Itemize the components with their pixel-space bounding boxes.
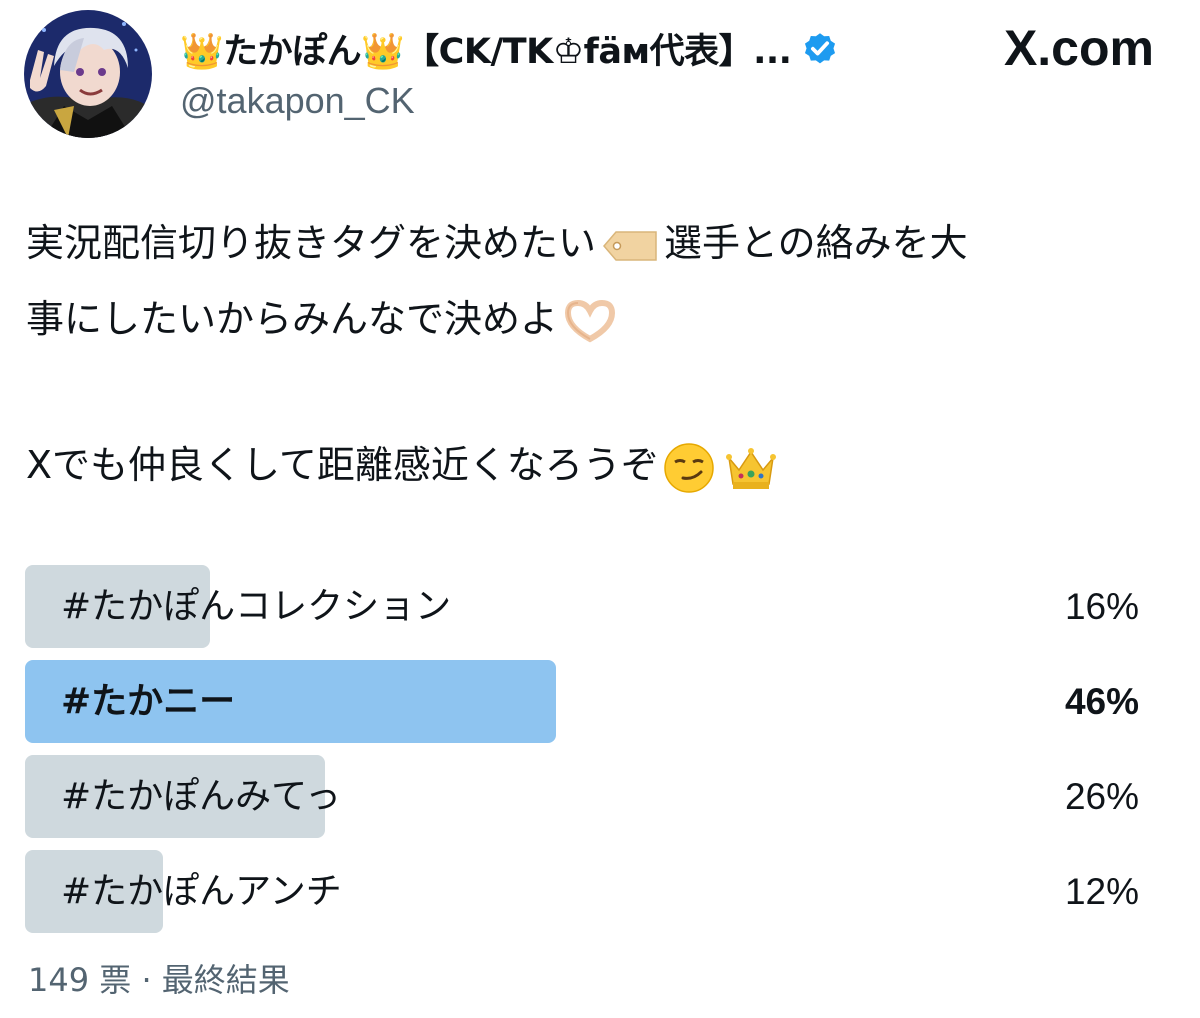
poll-vote-count: 149 票 bbox=[28, 961, 132, 999]
label-tag-icon bbox=[600, 227, 660, 265]
poll-meta: 149 票 · 最終結果 bbox=[28, 955, 290, 1001]
brand-watermark: X.com bbox=[1004, 20, 1154, 76]
smirk-face-icon bbox=[663, 442, 715, 494]
tweet-body: 実況配信切り抜きタグを決めたい 選手との絡みを大 事にしたいからみんなで決めよ X… bbox=[26, 205, 1176, 503]
tweet-line-2: 事にしたいからみんなで決めよ bbox=[26, 281, 1176, 357]
poll-option-percent: 46% bbox=[1064, 681, 1139, 722]
poll-option-percent: 16% bbox=[1064, 586, 1139, 627]
tweet-text-segment: 実況配信切り抜きタグを決めたい bbox=[26, 221, 597, 265]
crown-icon bbox=[723, 444, 779, 492]
tweet-text-segment: 事にしたいからみんなで決めよ bbox=[26, 297, 559, 341]
poll-option: #たかぽんみてっ 26% bbox=[25, 755, 1145, 838]
poll-meta-separator: · bbox=[131, 961, 162, 999]
poll-option-percent: 26% bbox=[1064, 776, 1139, 817]
author-display-name[interactable]: 👑たかぽん👑【CK/TK♔fäм代表】... bbox=[180, 23, 792, 74]
poll-option-percent: 12% bbox=[1064, 871, 1139, 912]
poll-option-label: #たかニー bbox=[61, 681, 236, 722]
author-name-row[interactable]: 👑たかぽん👑【CK/TK♔fäм代表】... bbox=[180, 20, 839, 76]
tweet-text-segment: 選手との絡みを大 bbox=[664, 221, 968, 265]
author-handle[interactable]: @takapon_CK bbox=[180, 80, 415, 122]
tweet-header: 👑たかぽん👑【CK/TK♔fäм代表】... @takapon_CK X.com bbox=[0, 0, 1200, 150]
poll-status: 最終結果 bbox=[161, 961, 290, 999]
poll-option-label: #たかぽんアンチ bbox=[61, 871, 342, 912]
brand-label: X.com bbox=[1003, 20, 1154, 76]
poll-option-label: #たかぽんコレクション bbox=[61, 586, 452, 627]
poll: #たかぽんコレクション 16% #たかニー 46% #たかぽんみてっ 26% #… bbox=[25, 565, 1145, 945]
tweet-text-segment: Xでも仲良くして距離感近くなろうぞ bbox=[26, 443, 659, 487]
tweet-line-1: 実況配信切り抜きタグを決めたい 選手との絡みを大 bbox=[26, 205, 1176, 281]
poll-option-label: #たかぽんみてっ bbox=[61, 776, 342, 817]
poll-option: #たかぽんアンチ 12% bbox=[25, 850, 1145, 933]
avatar-illustration bbox=[24, 10, 152, 138]
verified-badge-icon bbox=[801, 29, 839, 67]
poll-option-winner: #たかニー 46% bbox=[25, 660, 1145, 743]
author-avatar[interactable] bbox=[24, 10, 152, 138]
poll-option: #たかぽんコレクション 16% bbox=[25, 565, 1145, 648]
heart-hands-icon bbox=[562, 299, 618, 345]
tweet-line-3: Xでも仲良くして距離感近くなろうぞ bbox=[26, 427, 1176, 503]
